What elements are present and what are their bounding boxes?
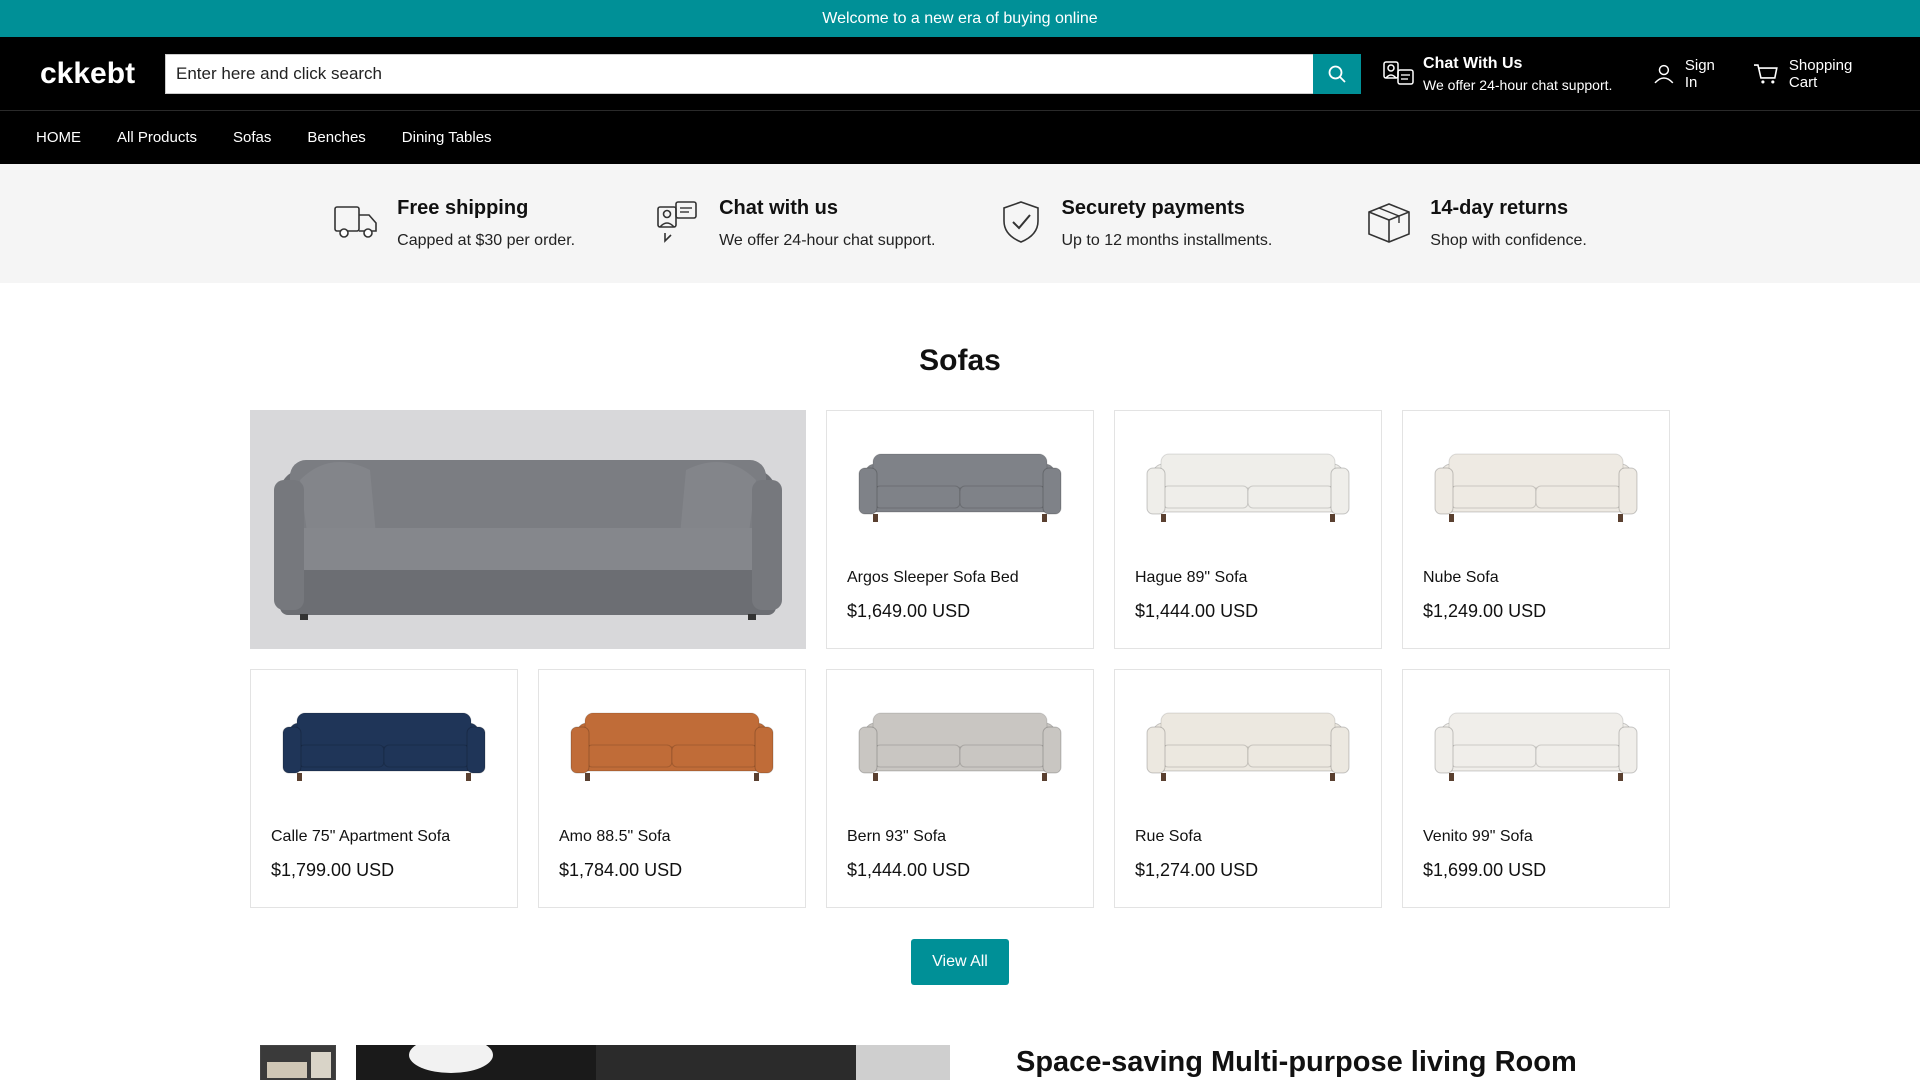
- announcement-bar: Welcome to a new era of buying online: [0, 0, 1920, 37]
- product-price: $1,699.00 USD: [1423, 860, 1547, 880]
- search-button[interactable]: [1313, 53, 1362, 94]
- product-image: [847, 688, 1073, 808]
- site-header: ckkebt Chat With Us We offer 24-hour cha…: [0, 37, 1920, 110]
- product-card[interactable]: Bern 93" Sofa $1,444.00 USD: [826, 669, 1094, 908]
- nav-item-all-products[interactable]: All Products: [117, 129, 197, 146]
- sign-in-link[interactable]: Sign In: [1653, 57, 1731, 91]
- product-name[interactable]: Nube Sofa: [1423, 569, 1499, 587]
- nav-item-sofas[interactable]: Sofas: [233, 129, 271, 146]
- nav-item-dining-tables[interactable]: Dining Tables: [402, 129, 492, 146]
- featured-product-image[interactable]: [250, 410, 806, 649]
- product-card[interactable]: Hague 89" Sofa $1,444.00 USD: [1114, 410, 1382, 649]
- sofa-image: [1434, 712, 1638, 781]
- sofa-image: [1146, 453, 1350, 522]
- cart-icon: [1754, 63, 1778, 84]
- sign-in-label: Sign In: [1684, 56, 1715, 91]
- product-image: [847, 429, 1073, 549]
- feature-title: Free shipping: [397, 197, 529, 219]
- shield-check-icon: [1002, 201, 1039, 243]
- product-price: $1,444.00 USD: [847, 860, 971, 880]
- product-image: [1135, 429, 1361, 549]
- sofa-image: [250, 410, 806, 649]
- product-card[interactable]: Rue Sofa $1,274.00 USD: [1114, 669, 1382, 908]
- promo-title: Space-saving Multi-purpose living Room: [1016, 1046, 1577, 1078]
- product-price: $1,444.00 USD: [1135, 601, 1259, 621]
- product-name[interactable]: Calle 75" Apartment Sofa: [271, 828, 450, 846]
- header-chat-subtitle: We offer 24-hour chat support.: [1423, 76, 1613, 93]
- product-price: $1,274.00 USD: [1135, 860, 1259, 880]
- nav-item-benches[interactable]: Benches: [307, 129, 365, 146]
- feature-chat: Chat with us We offer 24-hour chat suppo…: [655, 197, 936, 250]
- product-name[interactable]: Bern 93" Sofa: [847, 828, 946, 846]
- product-card[interactable]: Nube Sofa $1,249.00 USD: [1402, 410, 1670, 649]
- search-bar: [165, 53, 1362, 94]
- product-price: $1,249.00 USD: [1423, 601, 1547, 621]
- living-room-thumbnail-image: [261, 1046, 335, 1080]
- product-image: [559, 688, 785, 808]
- product-image: [271, 688, 497, 808]
- main-nav: HOME All Products Sofas Benches Dining T…: [0, 110, 1920, 164]
- feature-subtitle: Shop with confidence.: [1430, 232, 1587, 249]
- product-card[interactable]: Amo 88.5" Sofa $1,784.00 USD: [538, 669, 806, 908]
- product-price: $1,784.00 USD: [559, 860, 683, 880]
- box-icon: [1368, 203, 1411, 243]
- product-image: [1423, 688, 1649, 808]
- feature-title: 14-day returns: [1430, 197, 1569, 219]
- product-name[interactable]: Rue Sofa: [1135, 828, 1202, 846]
- product-card[interactable]: Argos Sleeper Sofa Bed $1,649.00 USD: [826, 410, 1094, 649]
- product-name[interactable]: Hague 89" Sofa: [1135, 569, 1247, 587]
- sofa-image: [570, 712, 774, 781]
- header-chat[interactable]: Chat With Us We offer 24-hour chat suppo…: [1381, 55, 1631, 93]
- sofa-image: [282, 712, 486, 781]
- gallery-thumbnail[interactable]: [260, 1045, 336, 1080]
- features-strip: Free shipping Capped at $30 per order. C…: [0, 164, 1920, 283]
- view-all-button[interactable]: View All: [911, 939, 1009, 985]
- sofa-image: [1434, 453, 1638, 522]
- sofa-image: [858, 453, 1062, 522]
- search-icon: [1328, 65, 1346, 83]
- feature-free-shipping: Free shipping Capped at $30 per order.: [333, 197, 575, 250]
- product-price: $1,649.00 USD: [847, 601, 971, 621]
- nav-item-home[interactable]: HOME: [36, 129, 81, 146]
- living-room-image: [356, 1045, 950, 1080]
- feature-subtitle: Up to 12 months installments.: [1061, 232, 1273, 249]
- product-name[interactable]: Argos Sleeper Sofa Bed: [847, 569, 1019, 587]
- user-icon: [1654, 64, 1674, 83]
- product-card[interactable]: Venito 99" Sofa $1,699.00 USD: [1402, 669, 1670, 908]
- product-image: [1135, 688, 1361, 808]
- feature-returns: 14-day returns Shop with confidence.: [1366, 197, 1587, 250]
- feature-subtitle: Capped at $30 per order.: [397, 232, 576, 249]
- product-card[interactable]: Calle 75" Apartment Sofa $1,799.00 USD: [250, 669, 518, 908]
- product-name[interactable]: Venito 99" Sofa: [1423, 828, 1533, 846]
- sofa-image: [1146, 712, 1350, 781]
- search-input[interactable]: [165, 53, 1314, 94]
- shopping-cart-link[interactable]: Shopping Cart: [1753, 57, 1884, 91]
- sofa-image: [858, 712, 1062, 781]
- product-price: $1,799.00 USD: [271, 860, 395, 880]
- chat-icon: [1383, 60, 1414, 85]
- truck-icon: [334, 206, 377, 238]
- gallery-main-image: [356, 1045, 950, 1080]
- site-logo[interactable]: ckkebt: [40, 57, 165, 91]
- feature-title: Securety payments: [1061, 197, 1245, 219]
- feature-subtitle: We offer 24-hour chat support.: [719, 232, 936, 249]
- section-title: Sofas: [919, 344, 1001, 377]
- shopping-cart-label: Shopping Cart: [1788, 56, 1853, 91]
- feature-secure-payments: Securety payments Up to 12 months instal…: [998, 197, 1273, 250]
- feature-title: Chat with us: [719, 197, 838, 219]
- product-image: [1423, 429, 1649, 549]
- product-name[interactable]: Amo 88.5" Sofa: [559, 828, 671, 846]
- header-chat-title: Chat With Us: [1423, 54, 1523, 72]
- chat-icon: [657, 201, 697, 243]
